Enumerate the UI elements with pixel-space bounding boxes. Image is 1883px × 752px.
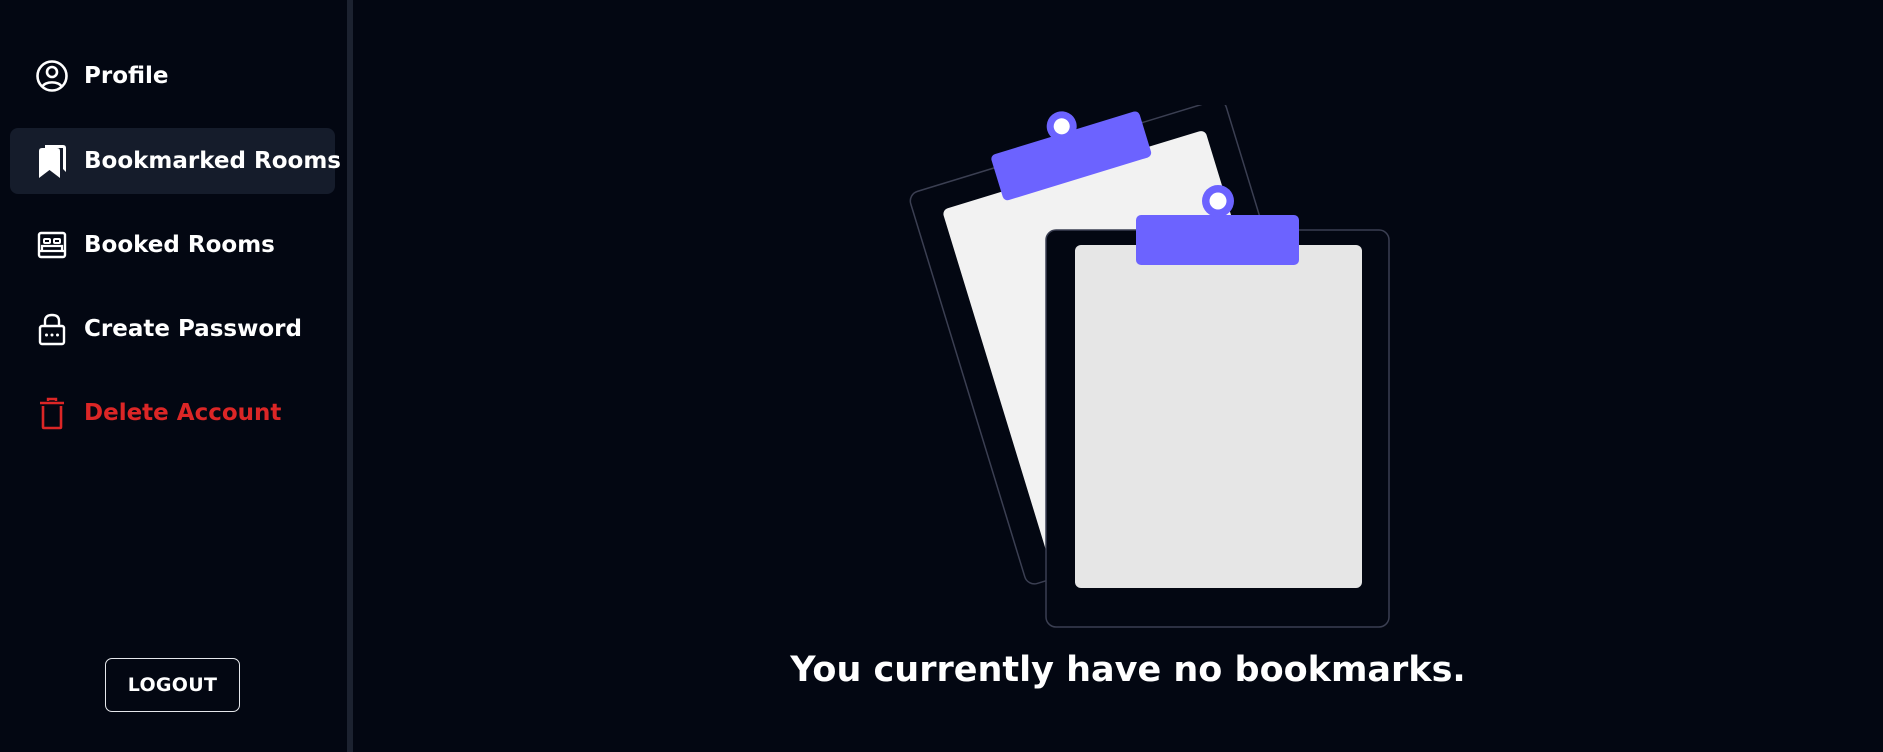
sidebar: Profile Bookmarked Rooms Booked Rooms Cr… xyxy=(0,0,347,752)
bookmark-icon xyxy=(34,143,70,179)
empty-state-message: You currently have no bookmarks. xyxy=(790,650,1466,690)
app-window: Profile Bookmarked Rooms Booked Rooms Cr… xyxy=(0,0,1883,752)
sidebar-item-create-password[interactable]: Create Password xyxy=(10,296,335,362)
logout-button[interactable]: LOGOUT xyxy=(105,658,240,712)
sidebar-item-label: Booked Rooms xyxy=(84,232,275,258)
main-content: You currently have no bookmarks. xyxy=(353,0,1883,752)
user-circle-icon xyxy=(34,58,70,94)
sidebar-item-booked-rooms[interactable]: Booked Rooms xyxy=(10,212,335,278)
sidebar-item-profile[interactable]: Profile xyxy=(10,43,335,109)
empty-clipboards-illustration xyxy=(853,99,1413,639)
bed-icon xyxy=(34,227,70,263)
sidebar-item-label: Profile xyxy=(84,63,169,89)
trash-icon xyxy=(34,395,70,431)
sidebar-item-delete-account[interactable]: Delete Account xyxy=(10,380,335,446)
lock-icon xyxy=(34,311,70,347)
sidebar-item-bookmarked-rooms[interactable]: Bookmarked Rooms xyxy=(10,128,341,194)
sidebar-item-label: Create Password xyxy=(84,316,302,342)
sidebar-item-label: Bookmarked Rooms xyxy=(84,148,341,174)
sidebar-item-label: Delete Account xyxy=(84,400,282,426)
